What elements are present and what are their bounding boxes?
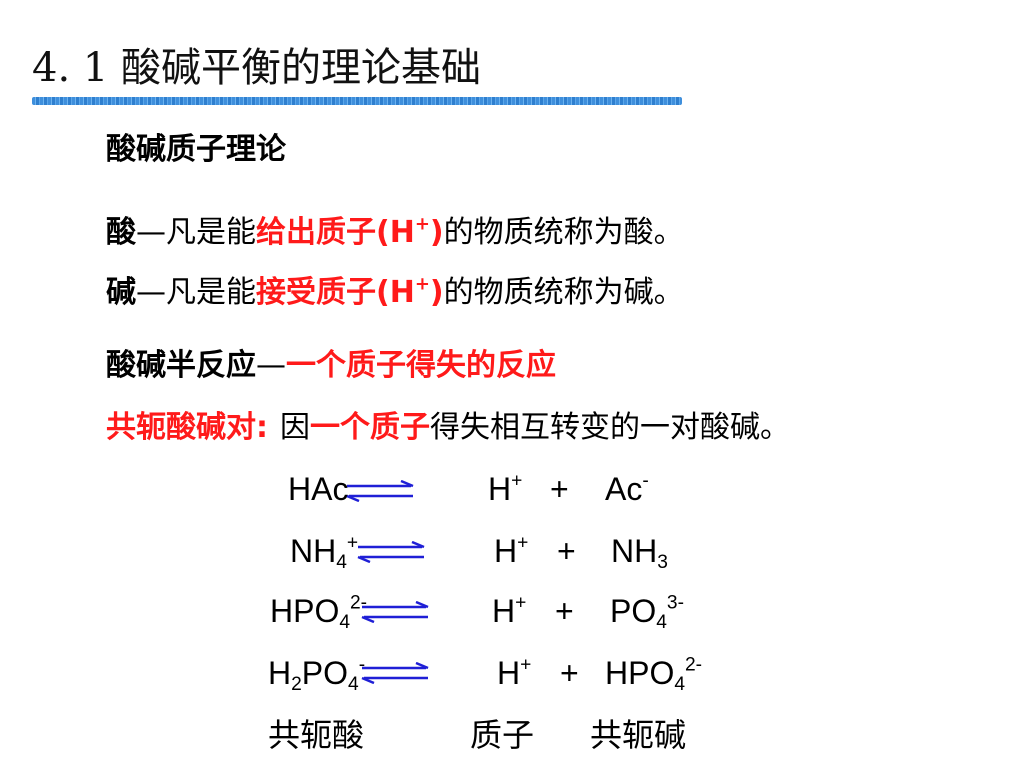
equation-1-proton: H+ (488, 470, 523, 507)
equation-2-plus: + (557, 533, 576, 569)
equation-3-acid: HPO42- (270, 592, 368, 633)
base-dash: —凡是能 (136, 275, 256, 310)
acid-dash: —凡是能 (136, 215, 256, 250)
equation-3-base: PO43- (610, 592, 684, 633)
section-heading: 酸碱质子理论 (106, 132, 286, 167)
equation-2-base: NH3 (611, 533, 668, 573)
equation-1-acid: HAc (288, 471, 349, 507)
acid-term: 酸 (106, 215, 136, 250)
equation-2-proton: H+ (494, 532, 529, 569)
conjugate-pair-term: 共轭酸碱对: (106, 410, 268, 445)
equation-4-acid: H2PO4- (268, 654, 366, 695)
label-conjugate-base: 共轭碱 (590, 716, 687, 754)
half-reaction-term: 酸碱半反应 (106, 348, 256, 383)
conjugate-pair-definition: 共轭酸碱对: 因一个质子得失相互转变的一对酸碱。 (106, 408, 790, 448)
equilibrium-arrow-icon (361, 601, 429, 623)
base-highlight: 接受质子(H+) (256, 273, 444, 310)
equation-4-base: HPO42- (605, 654, 703, 695)
equation-3-proton: H+ (492, 592, 527, 629)
base-term: 碱 (106, 275, 136, 310)
half-reaction-dash: — (256, 348, 286, 383)
equilibrium-arrow-icon (361, 662, 429, 684)
equilibrium-arrow-icon (346, 480, 414, 502)
equilibrium-arrow-icon (357, 541, 425, 563)
equation-4-proton: H+ (497, 654, 532, 691)
acid-highlight: 给出质子(H+) (256, 213, 444, 250)
label-conjugate-acid: 共轭酸 (268, 716, 365, 754)
conjugate-pair-pre: 因 (280, 410, 310, 445)
equation-2-acid: NH4+ (290, 532, 359, 573)
page-title: 4. 1 酸碱平衡的理论基础 (32, 45, 482, 91)
conjugate-pair-rest: 得失相互转变的一对酸碱。 (430, 410, 790, 445)
conjugate-pair-highlight: 一个质子 (310, 410, 430, 445)
equation-1-base: Ac- (605, 470, 649, 507)
acid-rest: 的物质统称为酸。 (443, 215, 684, 250)
acid-definition: 酸—凡是能给出质子(H+)的物质统称为酸。 (106, 213, 684, 253)
base-definition: 碱—凡是能接受质子(H+)的物质统称为碱。 (106, 273, 684, 313)
label-proton: 质子 (470, 716, 535, 754)
base-rest: 的物质统称为碱。 (443, 275, 684, 310)
equation-3-plus: + (555, 593, 574, 629)
equation-1-plus: + (550, 471, 569, 507)
half-reaction-highlight: 一个质子得失的反应 (286, 348, 556, 383)
half-reaction-definition: 酸碱半反应—一个质子得失的反应 (106, 346, 556, 386)
equation-4-plus: + (560, 655, 579, 691)
title-underline (32, 97, 682, 105)
